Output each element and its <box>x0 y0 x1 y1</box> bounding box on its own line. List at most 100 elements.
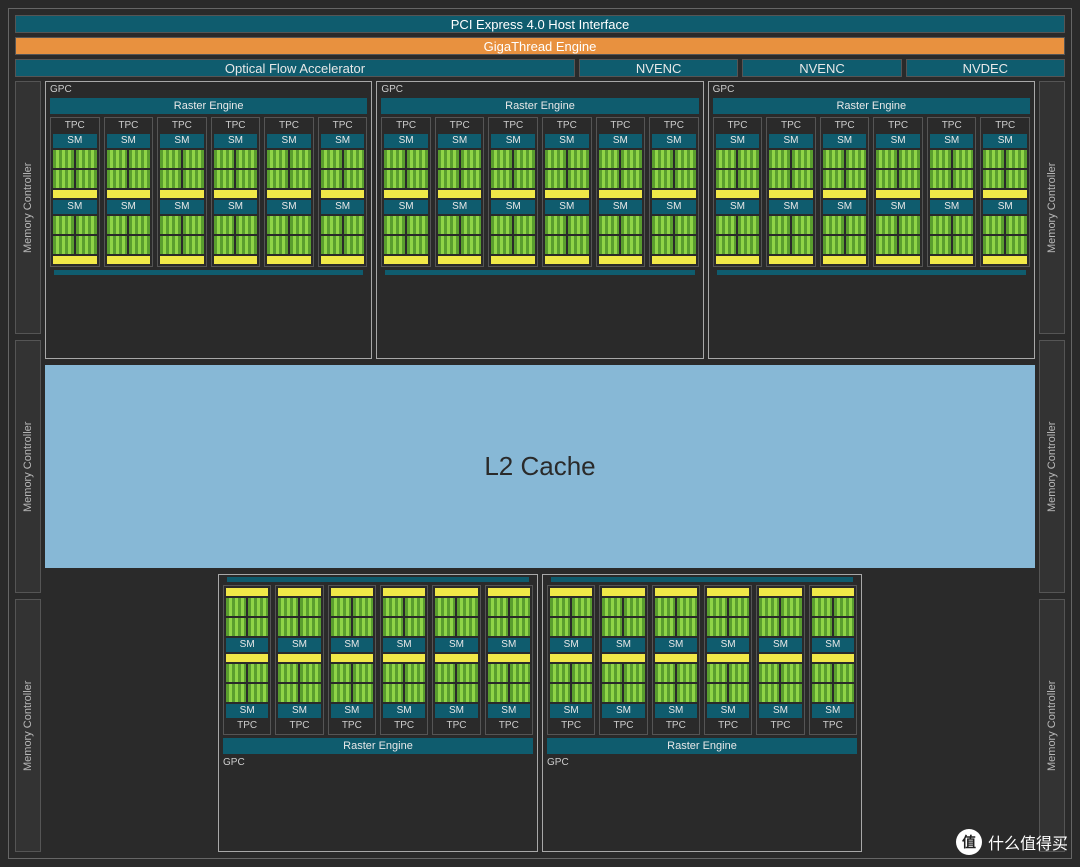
cuda-core-block <box>214 216 235 234</box>
sm-cores <box>550 664 592 702</box>
sm-label: SM <box>983 200 1027 214</box>
sm-cores <box>435 664 477 702</box>
cuda-core-block <box>759 618 779 636</box>
sm-cores <box>214 216 258 254</box>
cuda-core-block <box>76 236 97 254</box>
cuda-core-block <box>930 170 951 188</box>
sm-block: SM <box>267 134 311 198</box>
sm-block: SM <box>823 200 867 264</box>
tpc-block: TPCSMSM <box>766 117 816 267</box>
cuda-core-block <box>983 170 1004 188</box>
tensor-rt-block <box>599 190 643 198</box>
sm-cores <box>707 598 749 636</box>
cuda-core-block <box>707 664 727 682</box>
tpc-row: SMSMTPCSMSMTPCSMSMTPCSMSMTPCSMSMTPCSMSMT… <box>223 585 533 735</box>
raster-engine-bar: Raster Engine <box>223 738 533 754</box>
cuda-core-block <box>729 664 749 682</box>
cuda-core-block <box>716 236 737 254</box>
nvenc-bar-1: NVENC <box>579 59 738 77</box>
cuda-core-block <box>599 170 620 188</box>
sm-label: SM <box>53 200 97 214</box>
cuda-core-block <box>407 236 428 254</box>
cuda-core-block <box>655 684 675 702</box>
cuda-core-block <box>321 150 342 168</box>
cuda-core-block <box>344 236 365 254</box>
cuda-core-block <box>290 150 311 168</box>
cuda-core-block <box>300 684 320 702</box>
cuda-core-block <box>550 618 570 636</box>
sm-label: SM <box>160 200 204 214</box>
tensor-rt-block <box>321 190 365 198</box>
cuda-core-block <box>457 618 477 636</box>
sm-block: SM <box>160 200 204 264</box>
tpc-block: TPCSMSM <box>980 117 1030 267</box>
cuda-core-block <box>226 598 246 616</box>
cuda-core-block <box>572 598 592 616</box>
sm-cores <box>707 664 749 702</box>
cuda-core-block <box>384 216 405 234</box>
sm-label: SM <box>769 134 813 148</box>
cuda-core-block <box>769 150 790 168</box>
sm-cores <box>930 150 974 188</box>
tensor-rt-block <box>876 190 920 198</box>
tensor-rt-block <box>652 256 696 264</box>
cuda-core-block <box>183 236 204 254</box>
cuda-core-block <box>438 216 459 234</box>
cuda-core-block <box>823 150 844 168</box>
cuda-core-block <box>983 150 1004 168</box>
sm-block: SM <box>491 134 535 198</box>
tensor-rt-block <box>707 654 749 662</box>
cuda-core-block <box>759 684 779 702</box>
sm-cores <box>53 150 97 188</box>
sm-label: SM <box>214 200 258 214</box>
sm-block: SM <box>226 654 268 718</box>
sm-label: SM <box>488 704 530 718</box>
tensor-rt-block <box>435 654 477 662</box>
cuda-core-block <box>677 664 697 682</box>
watermark-text: 什么值得买 <box>988 830 1068 854</box>
sm-block: SM <box>331 588 373 652</box>
tensor-rt-block <box>384 256 428 264</box>
raster-engine-bar: Raster Engine <box>381 98 698 114</box>
gigathread-bar: GigaThread Engine <box>15 37 1065 55</box>
cuda-core-block <box>716 216 737 234</box>
cuda-core-block <box>846 216 867 234</box>
sm-label: SM <box>331 704 373 718</box>
tpc-label: TPC <box>491 120 535 132</box>
cuda-core-block <box>278 684 298 702</box>
sm-block: SM <box>107 200 151 264</box>
sm-cores <box>214 150 258 188</box>
cuda-core-block <box>812 598 832 616</box>
cuda-core-block <box>602 618 622 636</box>
sm-label: SM <box>716 200 760 214</box>
cuda-core-block <box>461 170 482 188</box>
cuda-core-block <box>457 598 477 616</box>
sm-cores <box>53 216 97 254</box>
tpc-block: SMSMTPC <box>223 585 271 735</box>
cuda-core-block <box>624 598 644 616</box>
sm-label: SM <box>652 200 696 214</box>
cuda-core-block <box>769 236 790 254</box>
sm-cores <box>383 598 425 636</box>
cuda-core-block <box>812 618 832 636</box>
tpc-row: SMSMTPCSMSMTPCSMSMTPCSMSMTPCSMSMTPCSMSMT… <box>547 585 857 735</box>
cuda-core-block <box>331 598 351 616</box>
cuda-core-block <box>876 236 897 254</box>
cuda-core-block <box>675 236 696 254</box>
sm-block: SM <box>759 654 801 718</box>
cuda-core-block <box>876 150 897 168</box>
cuda-core-block <box>738 170 759 188</box>
cuda-core-block <box>930 216 951 234</box>
cuda-core-block <box>183 216 204 234</box>
polymorph-bar <box>227 577 529 582</box>
cuda-core-block <box>353 664 373 682</box>
sm-label: SM <box>655 638 697 652</box>
cuda-core-block <box>876 170 897 188</box>
sm-block: SM <box>435 588 477 652</box>
sm-block: SM <box>602 654 644 718</box>
cuda-core-block <box>183 170 204 188</box>
tpc-label: TPC <box>267 120 311 132</box>
cuda-core-block <box>602 664 622 682</box>
sm-cores <box>652 150 696 188</box>
tpc-row: TPCSMSMTPCSMSMTPCSMSMTPCSMSMTPCSMSMTPCSM… <box>50 117 367 267</box>
